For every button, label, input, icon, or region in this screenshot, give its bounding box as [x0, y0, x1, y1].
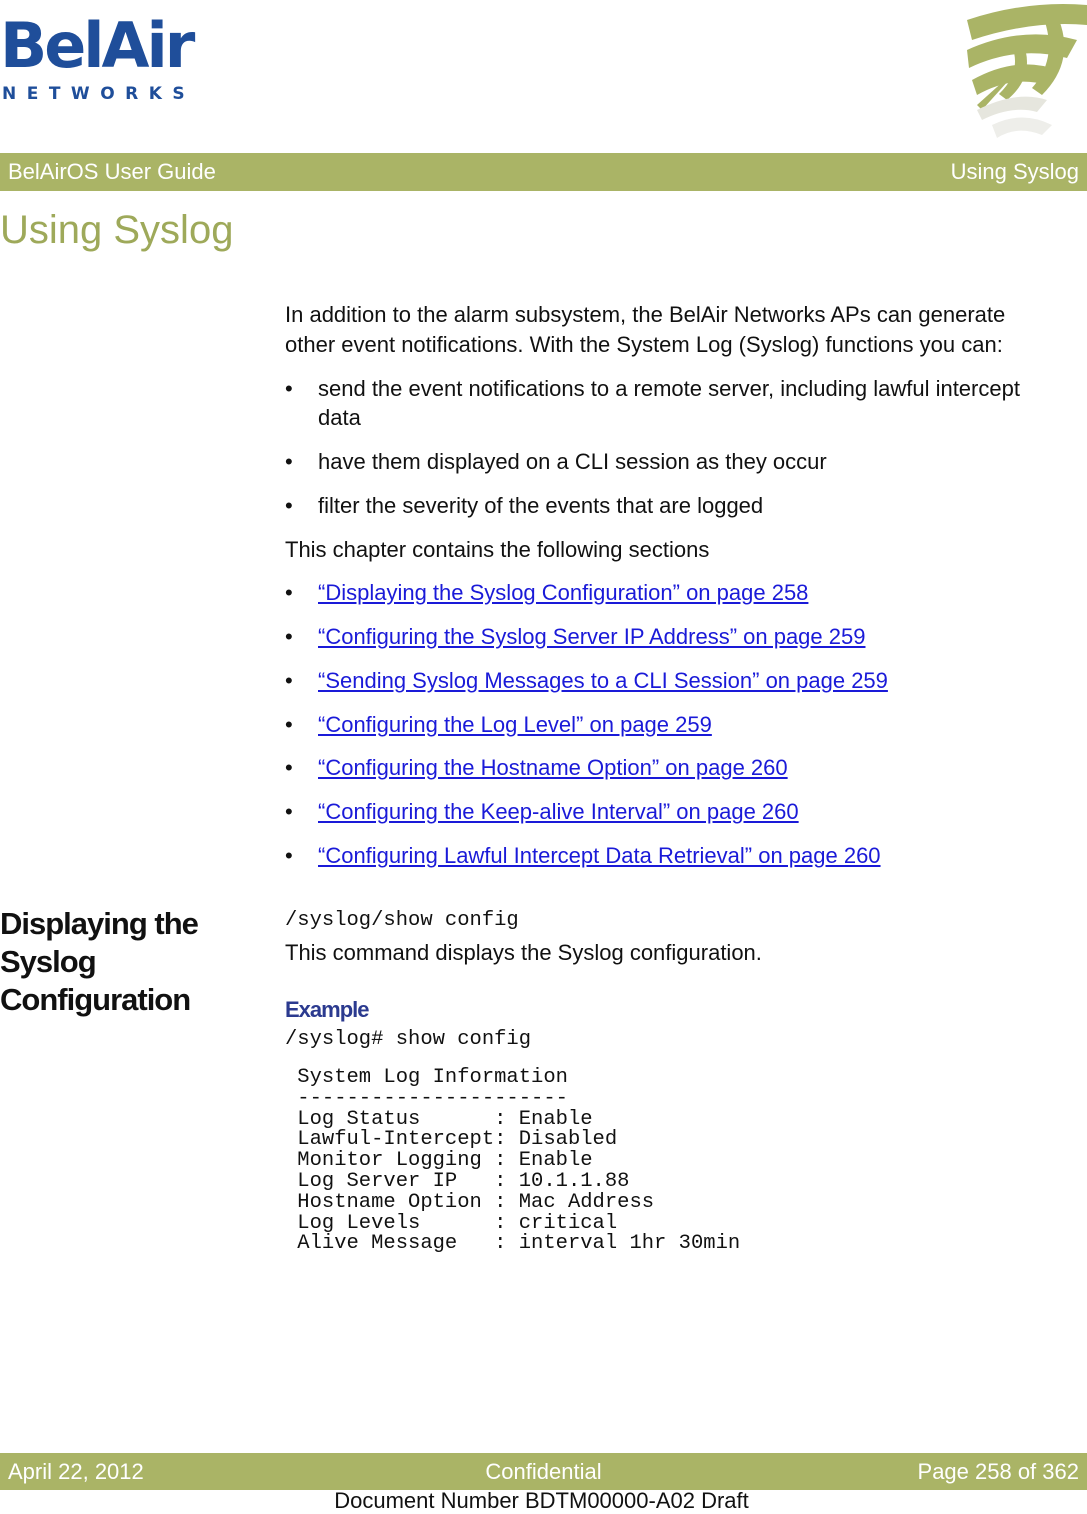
toc-link[interactable]: “Sending Syslog Messages to a CLI Sessio…: [318, 666, 1058, 695]
bullet-text: have them displayed on a CLI session as …: [318, 449, 827, 474]
document-number: Document Number BDTM00000-A02 Draft: [334, 1488, 749, 1513]
bullet-text-continued: data: [318, 405, 361, 430]
logo-subtitle: NETWORKS: [2, 84, 196, 104]
bullet-icon: •: [285, 843, 293, 868]
logo-wordmark: BelAir: [0, 9, 195, 82]
running-footer: April 22, 2012 Confidential Page 258 of …: [0, 1453, 1087, 1490]
chapter-title: Using Syslog: [0, 208, 234, 252]
toc-link[interactable]: “Configuring the Syslog Server IP Addres…: [318, 622, 1058, 651]
toc-link[interactable]: “Configuring Lawful Intercept Data Retri…: [318, 841, 1058, 870]
bullet-icon: •: [285, 493, 293, 518]
running-header: BelAirOS User Guide Using Syslog: [0, 153, 1087, 191]
bullet-icon: •: [285, 755, 293, 780]
bullet-icon: •: [285, 712, 293, 737]
cli-output: System Log Information -----------------…: [297, 1066, 741, 1256]
toc-link[interactable]: “Configuring the Hostname Option” on pag…: [318, 753, 1058, 782]
intro-paragraph-line-1: In addition to the alarm subsystem, the …: [285, 302, 1006, 327]
bullet-icon: •: [285, 580, 293, 605]
toc-link[interactable]: “Configuring the Log Level” on page 259: [318, 710, 1058, 739]
example-label: Example: [285, 997, 369, 1022]
intro-paragraph-line-2: other event notifications. With the Syst…: [285, 332, 1003, 357]
command-description: This command displays the Syslog configu…: [285, 940, 762, 965]
bullet-icon: •: [285, 799, 293, 824]
belair-swoosh-icon: [967, 4, 1087, 138]
bullet-icon: •: [285, 449, 293, 474]
section-heading: Displaying the Syslog Configuration: [0, 906, 199, 1017]
header-chapter-name: Using Syslog: [950, 159, 1079, 184]
header-guide-title: BelAirOS User Guide: [8, 159, 216, 184]
footer-page-number: Page 258 of 362: [917, 1459, 1079, 1484]
sections-heading: This chapter contains the following sect…: [285, 537, 710, 562]
belair-logo: BelAir NETWORKS: [0, 14, 200, 106]
bullet-icon: •: [285, 376, 293, 401]
toc-link[interactable]: “Configuring the Keep-alive Interval” on…: [318, 797, 1058, 826]
bullet-icon: •: [285, 668, 293, 693]
toc-link[interactable]: “Displaying the Syslog Configuration” on…: [318, 578, 1058, 607]
bullet-text: filter the severity of the events that a…: [318, 493, 764, 518]
bullet-text: send the event notifications to a remote…: [318, 376, 1020, 401]
example-command: /syslog# show config: [285, 1028, 532, 1051]
bullet-icon: •: [285, 624, 293, 649]
command-syntax: /syslog/show config: [285, 909, 519, 932]
